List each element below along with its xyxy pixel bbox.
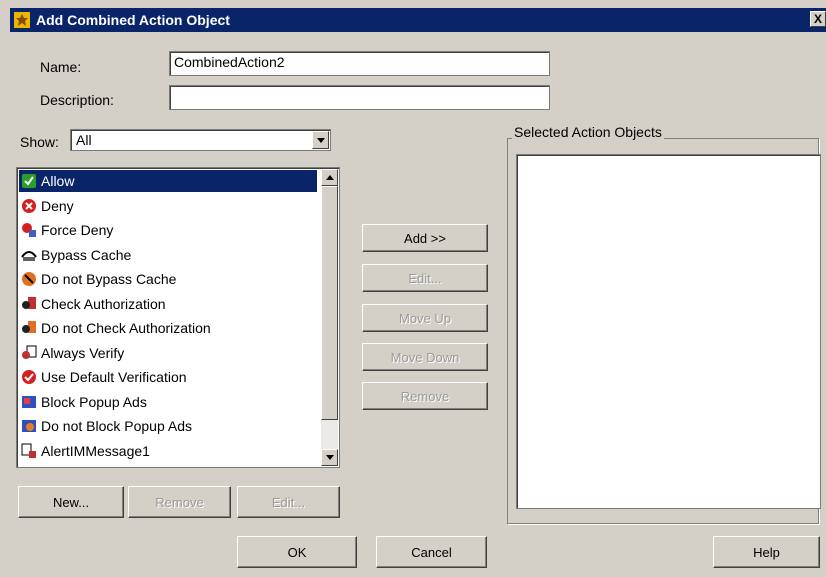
list-item-label: Deny — [41, 197, 74, 214]
list-item[interactable]: Do not Block Popup Ads — [19, 415, 317, 437]
move-up-button-label: Move Up — [398, 310, 452, 326]
edit-button[interactable]: Edit... — [362, 264, 488, 292]
name-input[interactable]: CombinedAction2 — [169, 51, 550, 76]
do-not-check-authorization-icon — [22, 321, 36, 333]
close-button[interactable]: X — [810, 11, 826, 27]
list-item[interactable]: AlertIMMessage1 — [19, 440, 317, 462]
show-label: Show: — [20, 134, 59, 150]
list-item[interactable]: Force Deny — [19, 219, 317, 241]
description-label: Description: — [40, 92, 114, 108]
cancel-button[interactable]: Cancel — [376, 536, 487, 568]
add-button-label: Add >> — [404, 230, 446, 246]
scroll-thumb[interactable] — [321, 186, 338, 420]
action-object-list[interactable]: Allow Deny Force Deny Bypass Cache Do not By… — [16, 167, 340, 468]
list-item[interactable]: Allow — [19, 170, 317, 192]
list-item-label: Use Default Verification — [41, 369, 187, 385]
show-dropdown[interactable]: All — [70, 129, 331, 151]
list-item[interactable]: Strip I... — [19, 464, 317, 468]
do-not-bypass-cache-icon — [22, 272, 36, 286]
allow-icon — [22, 174, 36, 188]
remove-button-label: Remove — [400, 388, 450, 404]
strip-icon — [21, 467, 37, 468]
list-item-label: Do not Block Popup Ads — [41, 418, 192, 434]
list-item-label: Do not Bypass Cache — [41, 271, 177, 287]
window-title: Add Combined Action Object — [36, 12, 230, 28]
list-item-label: Check Authorization — [41, 295, 166, 312]
do-not-block-popup-ads-icon — [22, 420, 36, 432]
list-item-label: AlertIMMessage1 — [41, 442, 150, 459]
close-icon: X — [813, 12, 822, 26]
alert-im-message-icon — [21, 443, 36, 458]
force-deny-icon — [22, 223, 36, 237]
remove-button[interactable]: Remove — [362, 382, 488, 410]
deny-icon — [22, 198, 36, 213]
title-bar: Add Combined Action Object X — [10, 8, 826, 32]
list-item-label: Allow — [41, 173, 75, 189]
always-verify-icon — [22, 345, 37, 359]
ok-button-label: OK — [287, 544, 307, 560]
show-dropdown-value: All — [76, 132, 92, 148]
list-item[interactable]: Bypass Cache — [19, 244, 317, 266]
move-up-button[interactable]: Move Up — [362, 304, 488, 332]
list-item[interactable]: Check Authorization — [19, 293, 317, 315]
list-item[interactable]: Use Default Verification — [19, 366, 317, 388]
help-button-label: Help — [753, 544, 780, 560]
list-item-label: Always Verify — [41, 344, 125, 361]
ok-button[interactable]: OK — [237, 536, 357, 568]
list-scrollbar[interactable] — [321, 169, 338, 466]
move-down-button[interactable]: Move Down — [362, 343, 488, 371]
chevron-down-icon[interactable] — [312, 131, 329, 149]
description-input[interactable] — [169, 85, 550, 110]
new-button[interactable]: New... — [18, 486, 124, 518]
check-authorization-icon — [22, 296, 36, 309]
edit-button-label: Edit... — [408, 270, 442, 286]
list-item-label: Strip I... — [41, 467, 89, 468]
bypass-cache-icon — [21, 250, 37, 261]
list-edit-button-label: Edit... — [271, 494, 306, 510]
add-button[interactable]: Add >> — [362, 224, 488, 252]
list-remove-button-label: Remove — [155, 494, 204, 510]
list-item[interactable]: Do not Bypass Cache — [19, 268, 317, 290]
use-default-verification-icon — [22, 370, 36, 384]
scroll-up-icon[interactable] — [321, 169, 338, 186]
list-remove-button[interactable]: Remove — [128, 486, 231, 518]
list-item-label: Bypass Cache — [41, 246, 132, 263]
block-popup-ads-icon — [22, 395, 36, 408]
help-button[interactable]: Help — [713, 536, 820, 568]
list-item-label: Force Deny — [41, 222, 114, 238]
list-edit-button[interactable]: Edit... — [237, 486, 340, 518]
name-label: Name: — [40, 59, 82, 75]
list-item[interactable]: Block Popup Ads — [19, 391, 317, 413]
list-item[interactable]: Do not Check Authorization — [19, 317, 317, 339]
move-down-button-label: Move Down — [390, 349, 460, 365]
selected-actions-list[interactable] — [516, 154, 821, 509]
selected-actions-title: Selected Action Objects — [512, 124, 664, 140]
scroll-down-icon[interactable] — [321, 449, 338, 466]
list-item[interactable]: Always Verify — [19, 342, 317, 364]
app-icon — [14, 12, 30, 28]
list-item-label: Block Popup Ads — [41, 393, 147, 410]
list-item-label: Do not Check Authorization — [41, 320, 211, 336]
cancel-button-label: Cancel — [411, 544, 452, 560]
list-item[interactable]: Deny — [19, 195, 317, 217]
new-button-label: New... — [52, 494, 90, 510]
